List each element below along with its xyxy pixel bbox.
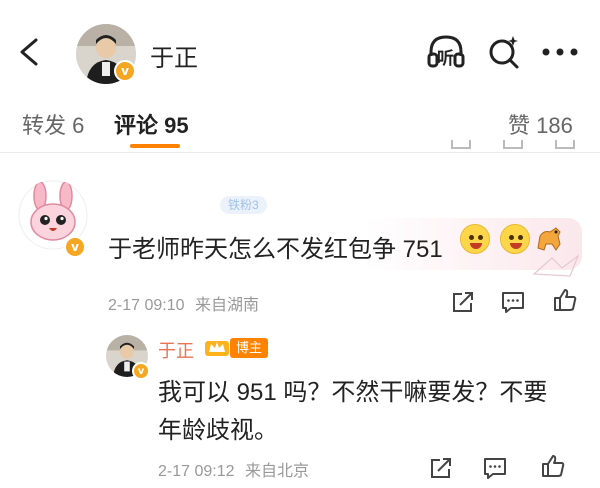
back-button[interactable] — [12, 32, 48, 72]
share-icon — [431, 458, 451, 478]
reply-button[interactable] — [500, 289, 526, 315]
reply-share-button[interactable] — [428, 455, 454, 481]
listen-label: 听 — [437, 49, 454, 68]
search-icon — [489, 36, 519, 69]
tab-reposts[interactable]: 转发 6 — [22, 108, 84, 140]
comment-time: 2-17 09:10 — [108, 297, 185, 314]
reply-meta: 2-17 09:12 来自北京 — [158, 457, 309, 481]
divider — [0, 152, 600, 153]
reply-reply-button[interactable] — [482, 455, 508, 481]
money-face-emoji — [500, 224, 530, 254]
comment-meta: 2-17 09:10 来自湖南 — [108, 291, 259, 315]
comment-text: 于老师昨天怎么不发红包争 751 — [108, 236, 443, 263]
comment-emojis — [460, 224, 566, 254]
commenter-verified-icon: v — [64, 236, 86, 258]
decorative-paper-crane — [532, 254, 580, 277]
fan-level-badge: 铁粉3 — [220, 196, 267, 214]
reply-text-line1: 我可以 951 吗？不然干嘛要发？不要 — [158, 379, 548, 406]
tab-likes[interactable]: 赞 186 — [508, 108, 573, 140]
top-bar: v 于正 听 — [0, 0, 600, 100]
comment-icon — [502, 292, 524, 313]
share-icon — [453, 292, 473, 312]
reply-time: 2-17 09:12 — [158, 463, 235, 480]
header-user-name[interactable]: 于正 — [150, 38, 198, 73]
reply-text-line2: 年龄歧视。 — [158, 417, 278, 444]
crown-icon — [204, 336, 230, 358]
back-icon — [20, 38, 38, 66]
reply-user-name[interactable]: 于正 — [158, 337, 194, 363]
search-button[interactable] — [486, 32, 522, 72]
more-icon — [542, 48, 578, 56]
thumbs-up-icon — [542, 455, 565, 477]
money-face-emoji — [460, 224, 490, 254]
verified-badge-icon: v — [114, 60, 136, 82]
reply-source: 来自北京 — [244, 463, 309, 480]
more-button[interactable] — [540, 40, 580, 64]
listen-button[interactable]: 听 — [426, 32, 466, 72]
comment-source: 来自湖南 — [194, 297, 259, 314]
like-button[interactable] — [552, 287, 578, 313]
horse-emoji — [534, 224, 566, 254]
comment-icon — [484, 458, 506, 479]
reply-like-button[interactable] — [540, 453, 566, 479]
share-button[interactable] — [450, 289, 476, 315]
reply-verified-icon: v — [132, 362, 150, 380]
tab-comments[interactable]: 评论 95 — [114, 108, 189, 140]
author-badge: 博主 — [230, 338, 269, 358]
thumbs-up-icon — [554, 289, 577, 311]
